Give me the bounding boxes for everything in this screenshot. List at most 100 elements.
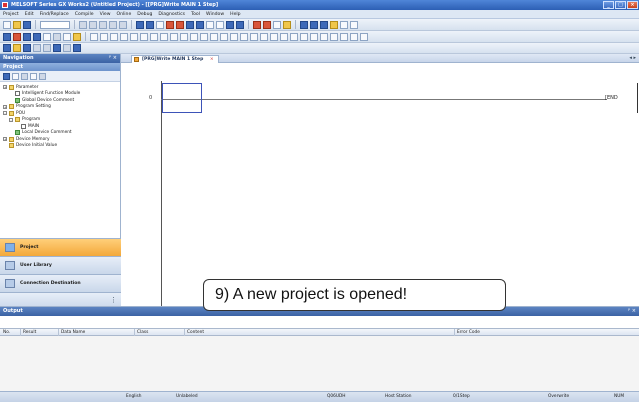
menu-window[interactable]: Window xyxy=(206,12,224,17)
falling-contact-icon[interactable] xyxy=(300,32,308,41)
nav-tab-user-library[interactable]: User Library xyxy=(0,256,121,274)
menu-project[interactable]: Project xyxy=(3,12,19,17)
falling-pulse-icon[interactable] xyxy=(200,32,208,41)
compile-icon[interactable] xyxy=(136,20,144,29)
maximize-button[interactable]: □ xyxy=(615,1,626,9)
minimize-button[interactable]: _ xyxy=(603,1,614,9)
find-icon[interactable] xyxy=(156,20,164,29)
note-icon[interactable] xyxy=(320,20,328,29)
simulation-start-icon[interactable] xyxy=(253,20,261,29)
device-use-list-icon[interactable] xyxy=(43,44,51,52)
expander-icon[interactable]: + xyxy=(3,137,7,142)
delete-horizontal-icon[interactable] xyxy=(170,32,178,41)
watch-window-icon[interactable] xyxy=(53,44,61,52)
expander-icon[interactable]: - xyxy=(9,117,13,122)
project-view-icon[interactable] xyxy=(3,72,10,80)
new-project-icon[interactable] xyxy=(3,20,11,29)
collapse-icon[interactable] xyxy=(12,72,19,80)
open-contact-icon[interactable] xyxy=(90,32,98,41)
statement-edit-icon[interactable] xyxy=(340,32,348,41)
pulse-close-icon[interactable] xyxy=(230,32,238,41)
rising-pulse-icon[interactable] xyxy=(190,32,198,41)
close-button[interactable]: × xyxy=(627,1,638,9)
horizontal-line-icon[interactable] xyxy=(150,32,158,41)
zoom-icon[interactable] xyxy=(273,20,281,29)
application-instruction-icon[interactable] xyxy=(140,32,148,41)
simulation-stop-icon[interactable] xyxy=(263,20,271,29)
device-list-icon[interactable] xyxy=(360,32,368,41)
program-icon[interactable] xyxy=(3,32,11,41)
write-mode-icon[interactable] xyxy=(13,32,21,41)
close-tab-icon[interactable]: × xyxy=(210,57,214,62)
write-to-plc-icon[interactable] xyxy=(166,20,174,29)
grid-icon[interactable] xyxy=(43,32,51,41)
options-icon[interactable] xyxy=(340,20,348,29)
help-icon[interactable] xyxy=(350,20,358,29)
open-project-icon[interactable] xyxy=(13,20,21,29)
cross-reference-icon[interactable] xyxy=(33,44,41,52)
coil-icon[interactable] xyxy=(130,32,138,41)
col-data-name[interactable]: Data Name xyxy=(58,329,85,336)
ladder-canvas[interactable]: 0 [END xyxy=(121,63,639,306)
read-mode-icon[interactable] xyxy=(23,32,31,41)
col-no[interactable]: No. xyxy=(1,329,10,336)
navigation-toggle-icon[interactable] xyxy=(3,44,11,52)
monitor-stop-icon[interactable] xyxy=(196,20,204,29)
monitor-icon[interactable] xyxy=(186,20,194,29)
output-toggle-icon[interactable] xyxy=(23,44,31,52)
col-result[interactable]: Result xyxy=(20,329,36,336)
progress-icon[interactable] xyxy=(73,44,81,52)
nav-tab-project[interactable]: Project xyxy=(0,238,121,256)
menu-online[interactable]: Online xyxy=(116,12,131,17)
statement-icon[interactable] xyxy=(310,20,318,29)
filter-icon[interactable] xyxy=(30,72,37,80)
save-icon[interactable] xyxy=(23,20,31,29)
read-from-plc-icon[interactable] xyxy=(176,20,184,29)
undo-icon[interactable] xyxy=(109,20,117,29)
menu-help[interactable]: Help xyxy=(230,12,240,17)
tree-item[interactable]: Device Initial Value xyxy=(3,143,120,150)
expander-icon[interactable]: - xyxy=(3,111,7,116)
document-tab[interactable]: [PRG]Write MAIN 1 Step × xyxy=(131,55,219,63)
element-selection-icon[interactable] xyxy=(13,44,21,52)
tab-scroll-icon[interactable]: ◂ ▸ xyxy=(629,54,636,63)
closed-branch-icon[interactable] xyxy=(120,32,128,41)
col-content[interactable]: Content xyxy=(184,329,204,336)
sfc-icon[interactable] xyxy=(236,20,244,29)
menu-view[interactable]: View xyxy=(100,12,111,17)
watch-icon[interactable] xyxy=(216,20,224,29)
row-icon[interactable] xyxy=(63,32,71,41)
invert-icon[interactable] xyxy=(240,32,248,41)
highlight-icon[interactable] xyxy=(73,32,81,41)
function-block-icon[interactable] xyxy=(320,32,328,41)
redo-icon[interactable] xyxy=(119,20,127,29)
rising-contact-icon[interactable] xyxy=(290,32,298,41)
nav-tab-connection-destination[interactable]: Connection Destination xyxy=(0,274,121,292)
line-write-icon[interactable] xyxy=(270,32,278,41)
menu-compile[interactable]: Compile xyxy=(75,12,94,17)
properties-icon[interactable] xyxy=(39,72,46,80)
comment-edit-icon[interactable] xyxy=(330,32,338,41)
open-branch-icon[interactable] xyxy=(110,32,118,41)
ladder-icon[interactable] xyxy=(226,20,234,29)
ladder-cursor[interactable] xyxy=(162,83,202,113)
col-error-code[interactable]: Error Code xyxy=(454,329,480,336)
menu-diagnostics[interactable]: Diagnostics xyxy=(158,12,185,17)
menu-tool[interactable]: Tool xyxy=(191,12,200,17)
expander-icon[interactable]: + xyxy=(3,85,7,90)
operation-result-fall-icon[interactable] xyxy=(260,32,268,41)
paste-icon[interactable] xyxy=(99,20,107,29)
output-pin-close[interactable]: ᵖ × xyxy=(628,307,636,316)
copy-icon[interactable] xyxy=(89,20,97,29)
comment-icon[interactable] xyxy=(283,20,291,29)
rebuild-icon[interactable] xyxy=(146,20,154,29)
col-class[interactable]: Class xyxy=(134,329,148,336)
column-icon[interactable] xyxy=(53,32,61,41)
cut-icon[interactable] xyxy=(79,20,87,29)
delete-vertical-icon[interactable] xyxy=(180,32,188,41)
menu-edit[interactable]: Edit xyxy=(25,12,34,17)
toolbar-combo[interactable] xyxy=(40,20,70,29)
line-delete-icon[interactable] xyxy=(280,32,288,41)
menu-debug[interactable]: Debug xyxy=(137,12,152,17)
expander-icon[interactable]: + xyxy=(3,104,7,109)
